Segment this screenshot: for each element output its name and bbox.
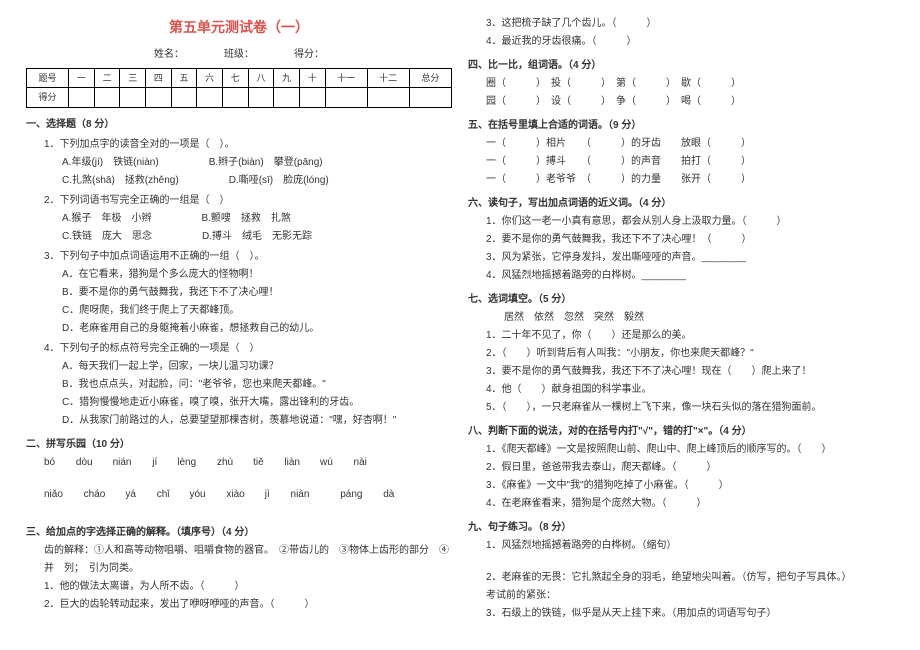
q1-4d: D．从我家门前路过的人，总要望望那棵杏树，羡慕地说道："嘿，好杏啊！" <box>62 412 452 430</box>
blank-line <box>486 555 894 569</box>
q1-2-opts2: C.铁链 庞大 思念D.搏斗 绒毛 无影无踪 <box>62 228 452 246</box>
s7-q3: 3．要不是你的勇气鼓舞我，我还下不了决心哩！现在（ ）爬上来了！ <box>486 363 894 381</box>
score-label: 得分： <box>294 46 324 64</box>
q1-3d: D．老麻雀用自己的身躯掩着小麻雀，想拯救自己的幼儿。 <box>62 320 452 338</box>
s7-q2: 2．（ ）听到背后有人叫我："小朋友，你也来爬天都峰？" <box>486 345 894 363</box>
q1-1-opts2: C.扎煞(shā) 拯救(zhěng)D.嘶哑(sī) 脸庞(lóng) <box>62 172 452 190</box>
q1-4: 4．下列句子的标点符号完全正确的一项是（ ） <box>44 340 452 358</box>
header-info: 姓名： 班级： 得分： <box>26 46 452 64</box>
s7-q5: 5．（ ），一只老麻雀从一棵树上飞下来，像一块石头似的落在猎狗面前。 <box>486 399 894 417</box>
section-3-heading: 三、给加点的字选择正确的解释。（填序号）（4 分） <box>26 524 452 542</box>
s8-q2: 2．假日里，爸爸带我去泰山，爬天都峰。（ ） <box>486 459 894 477</box>
s7-q4: 4．他（ ）献身祖国的科学事业。 <box>486 381 894 399</box>
s5-l1: 一（ ）相片 （ ）的牙齿 放眼（ ） <box>486 135 894 153</box>
q1-4c: C．猎狗慢慢地走近小麻雀，嗅了嗅，张开大嘴，露出锋利的牙齿。 <box>62 394 452 412</box>
table-row: 题号一二三四五六七八九十十一十二总分 <box>27 69 452 88</box>
table-row: 得分 <box>27 88 452 107</box>
class-label: 班级： <box>224 46 254 64</box>
q1-4a: A．每天我们一起上学，回家，一块儿温习功课？ <box>62 358 452 376</box>
right-column: 3．这把梳子缺了几个齿儿。（ ） 4．最近我的牙齿很痛。（ ） 四、比一比，组词… <box>460 15 902 635</box>
s3-q1: 1．他的做法太离谱，为人所不齿。（ ） <box>44 578 452 596</box>
q1-1-opts: A.年级(jí) 铁链(niàn)B.辫子(biàn) 攀登(pāng) <box>62 154 452 172</box>
q1-4b: B．我也点点头，对起脸，问："老爷爷，您也来爬天都峰。" <box>62 376 452 394</box>
s6-q3: 3．风为紧张，它停身发抖，发出嘶哑哑的声音。________ <box>486 249 894 267</box>
s5-l3: 一（ ）老爷爷 （ ）的力量 张开（ ） <box>486 171 894 189</box>
s5-l2: 一（ ）搏斗 （ ）的声音 拍打（ ） <box>486 153 894 171</box>
pinyin-row-2: niǎo cháo yá chǐ yóu xiào jì niàn páng d… <box>44 486 452 504</box>
s7-words: 居然 依然 忽然 突然 毅然 <box>504 309 894 327</box>
s8-q1: 1．《爬天都峰》一文是按照爬山前、爬山中、爬上峰顶后的顺序写的。（ ） <box>486 441 894 459</box>
section-7-heading: 七、选词填空。（5 分） <box>468 291 894 309</box>
q1-3c: C．爬呀爬，我们终于爬上了天都峰顶。 <box>62 302 452 320</box>
s6-q4: 4．风猛烈地摇撼着路旁的白桦树。________ <box>486 267 894 285</box>
s3-q3: 3．这把梳子缺了几个齿儿。（ ） <box>486 15 894 33</box>
s9-q2: 2．老麻雀的无畏：它扎煞起全身的羽毛，绝望地尖叫着。（仿写，把句子写具体。） <box>486 569 894 587</box>
section-2-heading: 二、拼写乐园（10 分） <box>26 436 452 454</box>
pinyin-row-1: bó dòu nián jí lèng zhù tiě liàn wú nài <box>44 454 452 472</box>
s3-q4: 4．最近我的牙齿很痛。（ ） <box>486 33 894 51</box>
section-4-heading: 四、比一比，组词语。（4 分） <box>468 57 894 75</box>
q1-3a: A．在它看来，猎狗是个多么庞大的怪物啊！ <box>62 266 452 284</box>
section-6-heading: 六、读句子，写出加点词语的近义词。（4 分） <box>468 195 894 213</box>
s7-q1: 1．二十年不见了，你（ ）还是那么的美。 <box>486 327 894 345</box>
section-5-heading: 五、在括号里填上合适的词语。（9 分） <box>468 117 894 135</box>
s8-q4: 4．在老麻雀看来，猎狗是个庞然大物。（ ） <box>486 495 894 513</box>
s3-q2: 2．巨大的齿轮转动起来，发出了咿呀咿哑的声音。（ ） <box>44 596 452 614</box>
s9-q2b: 考试前的紧张： <box>486 587 894 605</box>
s4-l2: 园（ ） 设（ ） 争（ ） 喝（ ） <box>486 93 894 111</box>
section-9-heading: 九、句子练习。（8 分） <box>468 519 894 537</box>
s8-q3: 3．《麻雀》一文中"我"的猎狗吃掉了小麻雀。（ ） <box>486 477 894 495</box>
s6-q1: 1．你们这一老一小真有意思，都会从别人身上汲取力量。（ ） <box>486 213 894 231</box>
section-1-heading: 一、选择题（8 分） <box>26 116 452 134</box>
paper-title: 第五单元测试卷（一） <box>26 15 452 40</box>
s6-q2: 2．要不是你的勇气鼓舞我，我还下不了决心哩！（ ） <box>486 231 894 249</box>
q1-2-opts: A.猴子 年极 小辫B.颤嗖 拯救 扎煞 <box>62 210 452 228</box>
s9-q3: 3．石级上的铁链，似乎是从天上挂下来。（用加点的词语写句子） <box>486 605 894 623</box>
q1-3b: B．要不是你的勇气鼓舞我，我还下不了决心哩！ <box>62 284 452 302</box>
q1-2: 2．下列词语书写完全正确的一组是（ ） <box>44 192 452 210</box>
s9-q1: 1．风猛烈地摇撼着路旁的白桦树。（缩句） <box>486 537 894 555</box>
s3-ref: 齿的解释：①人和高等动物咀嚼、咀嚼食物的器官。 ②带齿儿的 ③物体上齿形的部分 … <box>44 542 452 578</box>
write-row-2 <box>44 504 452 518</box>
left-column: 第五单元测试卷（一） 姓名： 班级： 得分： 题号一二三四五六七八九十十一十二总… <box>18 15 460 635</box>
section-8-heading: 八、判断下面的说法，对的在括号内打"√"，错的打"×"。（4 分） <box>468 423 894 441</box>
name-label: 姓名： <box>154 46 184 64</box>
q1-1: 1．下列加点字的读音全对的一项是（ ）。 <box>44 136 452 154</box>
score-table: 题号一二三四五六七八九十十一十二总分 得分 <box>26 68 452 107</box>
s4-l1: 圈（ ） 投（ ） 第（ ） 歇（ ） <box>486 75 894 93</box>
write-row-1 <box>44 472 452 486</box>
q1-3: 3．下列句子中加点词语运用不正确的一组（ ）。 <box>44 248 452 266</box>
